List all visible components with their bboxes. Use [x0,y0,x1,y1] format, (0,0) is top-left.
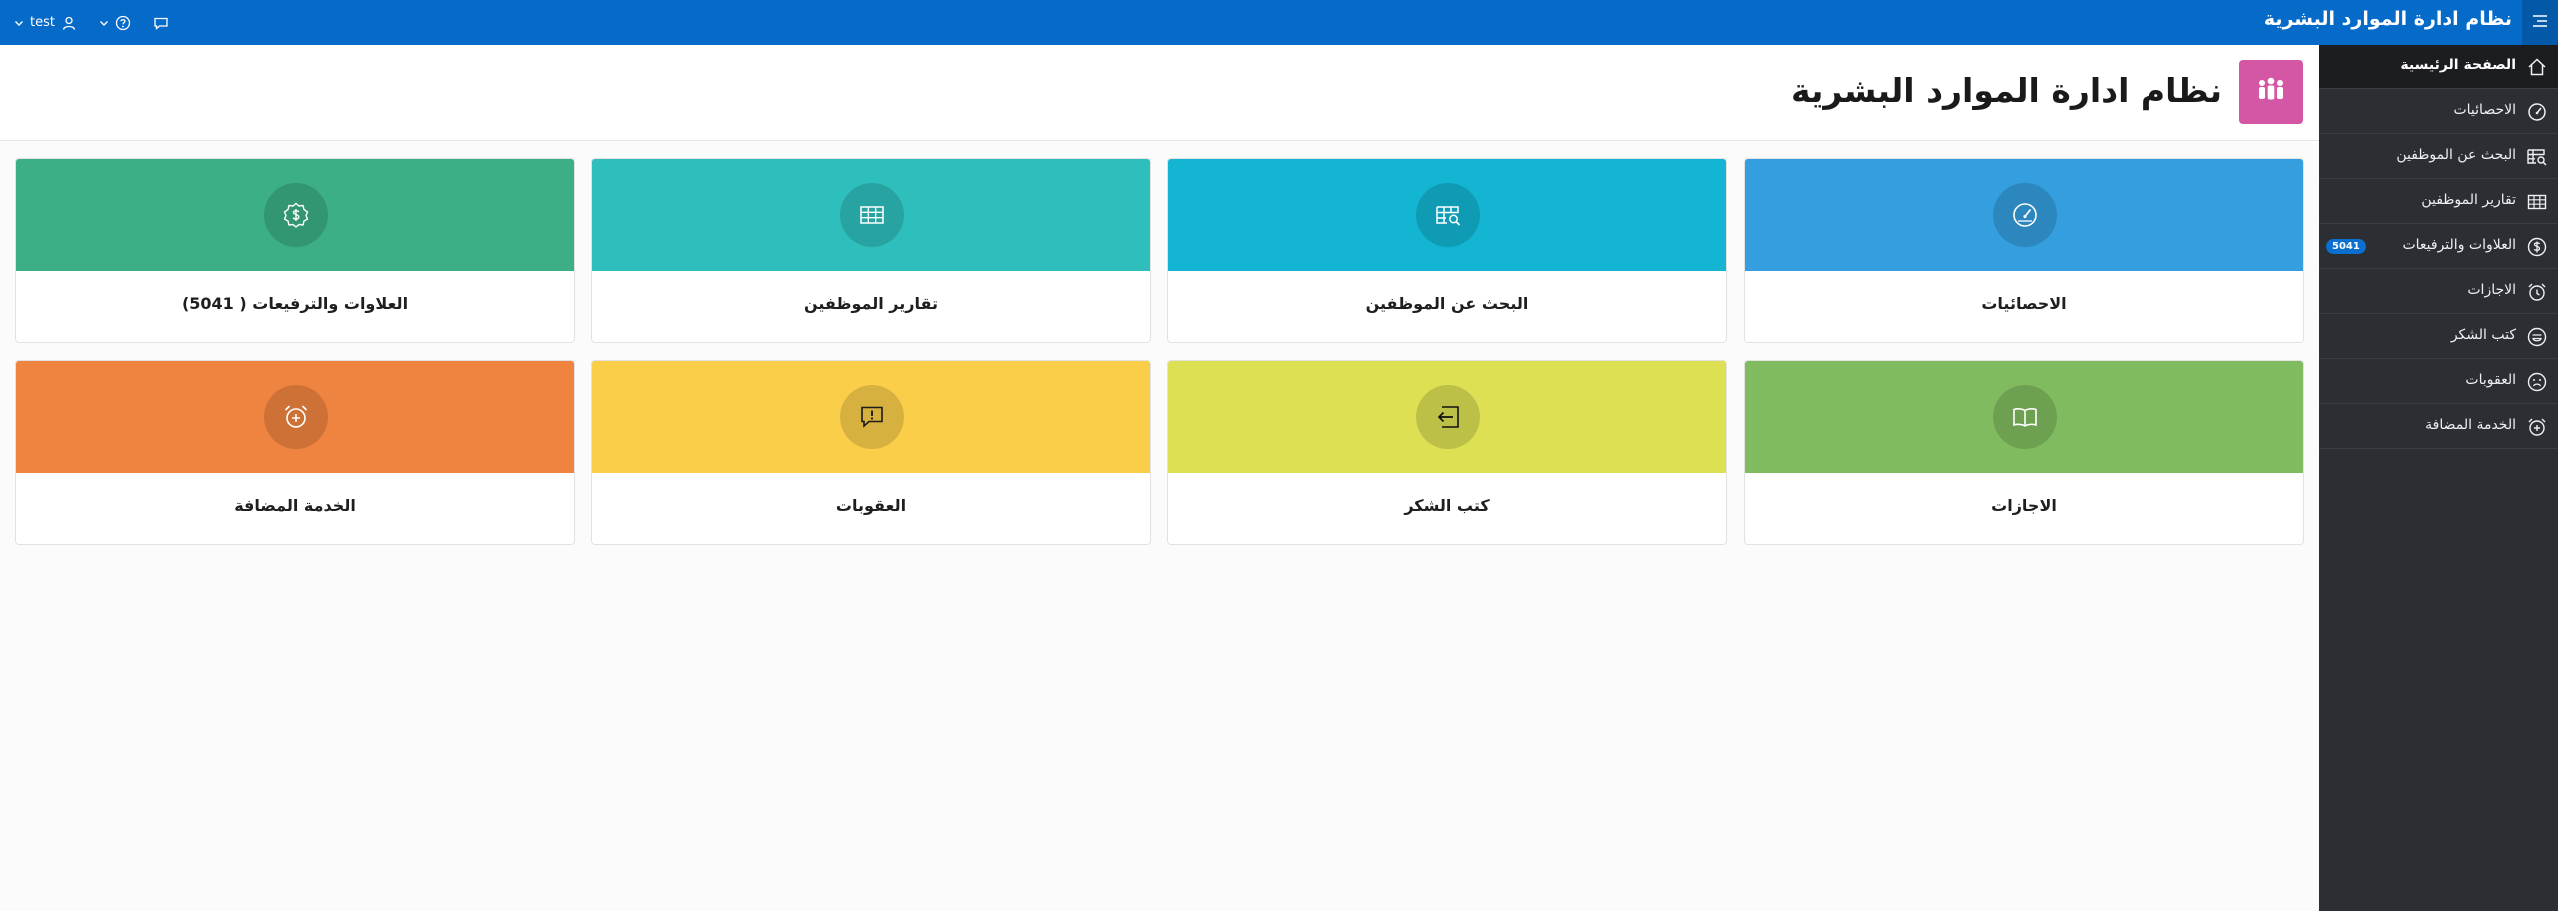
gauge-icon [2526,101,2548,123]
page-title: نظام ادارة الموارد البشرية [1790,71,2222,110]
alert-message-icon [840,385,904,449]
table-search-icon [1416,183,1480,247]
sidebar-item-label: كتب الشكر [2450,327,2516,343]
hr-logo [2239,60,2303,124]
sidebar-item-employee-search[interactable]: البحث عن الموظفين [2319,135,2558,179]
help-menu[interactable] [99,15,131,31]
dollar-icon [2526,236,2548,258]
people-icon [2254,73,2288,111]
chevron-down-icon [14,18,24,28]
help-icon [115,15,131,31]
user-icon [61,15,77,31]
sidebar-item-label: الاحصائيات [2453,102,2516,118]
card-employee-search[interactable]: البحث عن الموظفين [1167,158,1727,343]
sidebar-item-statistics[interactable]: الاحصائيات [2319,90,2558,134]
smile-icon [2526,326,2548,348]
menu-toggle-button[interactable] [2522,0,2558,45]
sidebar-item-home[interactable]: الصفحة الرئيسية [2319,45,2558,89]
card-allowances[interactable]: العلاوات والترفيعات ( 5041) [15,158,575,343]
dollar-badge-icon [264,183,328,247]
table-icon [840,183,904,247]
card-label: الاجازات [1991,496,2057,515]
card-leaves[interactable]: الاجازات [1744,360,2304,545]
sidebar-item-label: الصفحة الرئيسية [2400,57,2516,73]
table-icon [2526,191,2548,213]
card-label: كتب الشكر [1404,496,1490,515]
sidebar-item-label: الاجازات [2467,282,2516,298]
top-nav-left: test [14,0,169,45]
alarm-plus-icon [264,385,328,449]
chat-bubble-icon [153,15,169,31]
sidebar-item-label: العلاوات والترفيعات [2402,237,2516,253]
user-menu[interactable]: test [14,15,77,31]
alarm-plus-icon [2526,416,2548,438]
home-icon [2526,56,2548,78]
top-bar: test نظام ادارة الموارد البشرية [0,0,2558,45]
page-header: نظام ادارة الموارد البشرية [0,45,2319,141]
sidebar: الصفحة الرئيسية الاحصائيات البحث عن المو… [2319,45,2558,911]
sidebar-item-thanks-letters[interactable]: كتب الشكر [2319,315,2558,359]
card-penalties[interactable]: العقوبات [591,360,1151,545]
count-badge: 5041 [2326,239,2366,254]
feedback-button[interactable] [153,15,169,31]
sidebar-item-label: العقوبات [2465,372,2516,388]
alarm-icon [2526,281,2548,303]
card-label: الاحصائيات [1981,294,2067,313]
menu-icon [2531,13,2549,32]
app-title[interactable]: نظام ادارة الموارد البشرية [2264,8,2512,30]
sad-icon [2526,371,2548,393]
sidebar-item-label: الخدمة المضافة [2425,417,2516,433]
card-label: الخدمة المضافة [234,496,356,515]
table-search-icon [2526,146,2548,168]
card-label: العلاوات والترفيعات ( 5041) [181,294,409,313]
sidebar-item-label: تقارير الموظفين [2421,192,2516,208]
card-label: العقوبات [835,496,907,515]
exit-arrow-icon [1416,385,1480,449]
chevron-down-icon [99,18,109,28]
sidebar-item-penalties[interactable]: العقوبات [2319,360,2558,404]
gauge-icon [1993,183,2057,247]
sidebar-item-label: البحث عن الموظفين [2396,147,2516,163]
card-thanks-letters[interactable]: كتب الشكر [1167,360,1727,545]
card-added-service[interactable]: الخدمة المضافة [15,360,575,545]
card-label: تقارير الموظفين [803,294,939,313]
sidebar-item-leaves[interactable]: الاجازات [2319,270,2558,314]
sidebar-item-allowances[interactable]: 5041 العلاوات والترفيعات [2319,225,2558,269]
sidebar-item-added-service[interactable]: الخدمة المضافة [2319,405,2558,449]
card-label: البحث عن الموظفين [1365,294,1529,313]
sidebar-item-employee-reports[interactable]: تقارير الموظفين [2319,180,2558,224]
book-icon [1993,385,2057,449]
user-name: test [30,15,55,30]
card-employee-reports[interactable]: تقارير الموظفين [591,158,1151,343]
card-statistics[interactable]: الاحصائيات [1744,158,2304,343]
